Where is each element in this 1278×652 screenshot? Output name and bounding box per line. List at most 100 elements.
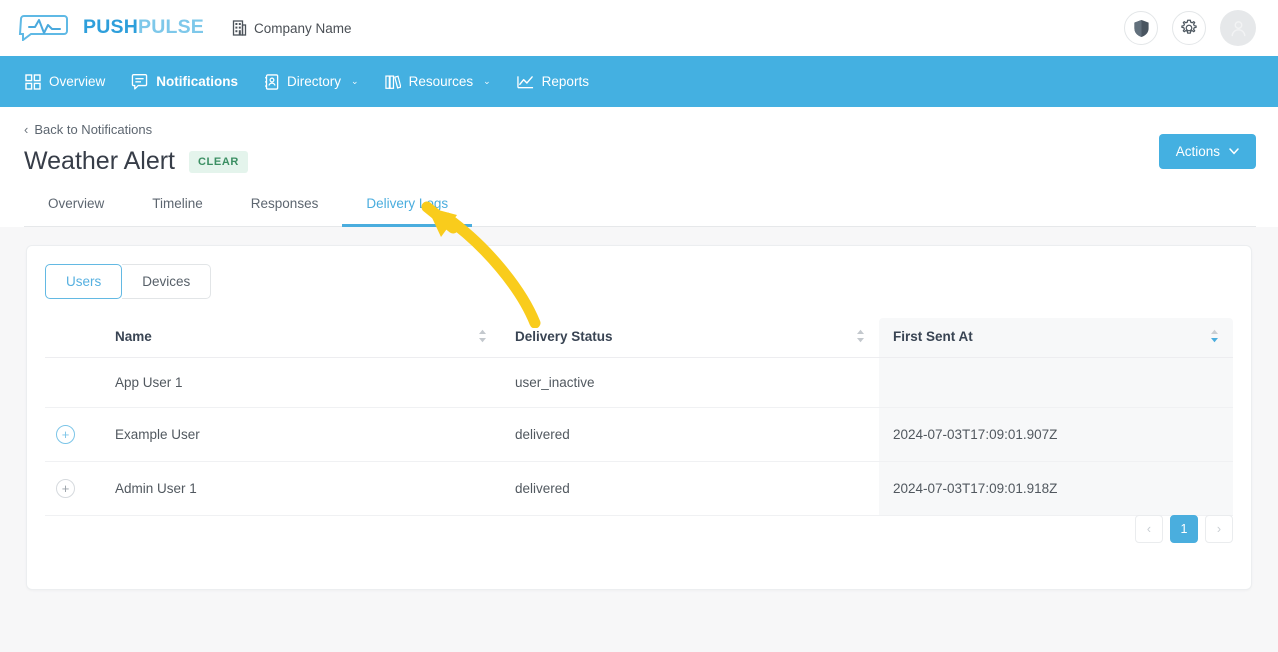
- app-logo[interactable]: PUSHPULSE: [18, 15, 204, 41]
- th-expand: [45, 317, 101, 358]
- pulse-bubble-icon: [18, 15, 68, 41]
- toggle-devices[interactable]: Devices: [122, 263, 212, 299]
- actions-button-label: Actions: [1175, 144, 1220, 159]
- row-status-label: user_inactive: [515, 374, 595, 390]
- nav-label-resources: Resources: [408, 74, 474, 89]
- delivery-logs-card: Users Devices Name Delivery Status First…: [26, 244, 1252, 590]
- nav-item-directory[interactable]: Directory ⌄: [251, 56, 372, 107]
- nav-item-reports[interactable]: Reports: [504, 56, 602, 107]
- nav-label-directory: Directory: [287, 74, 342, 89]
- th-delivery-status[interactable]: Delivery Status: [501, 317, 879, 358]
- table-row[interactable]: + Admin User 1 delivered 2024-07-03T17:0…: [45, 461, 1233, 516]
- tab-timeline[interactable]: Timeline: [128, 196, 227, 227]
- logo-wordmark: PUSHPULSE: [83, 18, 204, 38]
- th-name[interactable]: Name: [101, 317, 501, 358]
- audience-toggle: Users Devices: [45, 263, 212, 299]
- cell-name: Admin User 1: [101, 461, 501, 516]
- grid-icon: [25, 73, 41, 90]
- back-to-notifications-link[interactable]: ‹ Back to Notifications: [24, 122, 152, 137]
- pagination-page-1[interactable]: 1: [1170, 514, 1198, 543]
- sort-icon-active[interactable]: [1210, 329, 1219, 343]
- tab-responses[interactable]: Responses: [227, 196, 343, 227]
- pagination-prev-button[interactable]: ‹: [1135, 514, 1163, 543]
- row-first-sent-label: [879, 375, 893, 390]
- line-chart-icon: [516, 75, 533, 88]
- toggle-users[interactable]: Users: [45, 263, 123, 299]
- settings-button[interactable]: [1172, 11, 1206, 45]
- nav-label-notifications: Notifications: [156, 74, 239, 89]
- avatar[interactable]: [1220, 10, 1256, 46]
- tab-label: Delivery Logs: [366, 195, 449, 211]
- row-status-label: delivered: [515, 426, 570, 442]
- th-status-label: Delivery Status: [515, 328, 613, 344]
- company-selector[interactable]: Company Name: [232, 20, 352, 36]
- books-icon: [384, 74, 401, 89]
- expand-row-button[interactable]: +: [56, 478, 75, 498]
- chevron-down-icon: ⌄: [351, 76, 359, 86]
- table-header-row: Name Delivery Status First Sent At: [45, 317, 1233, 358]
- table-row[interactable]: App User 1 user_inactive: [45, 357, 1233, 408]
- tab-label: Responses: [250, 195, 319, 211]
- detail-tabs: Overview Timeline Responses Delivery Log…: [24, 195, 1256, 227]
- security-button[interactable]: [1124, 11, 1158, 45]
- table-row[interactable]: + Example User delivered 2024-07-03T17:0…: [45, 407, 1233, 462]
- back-link-label: Back to Notifications: [34, 122, 153, 137]
- nav-label-overview: Overview: [49, 74, 106, 89]
- tab-label: Overview: [48, 195, 105, 211]
- tab-label: Timeline: [152, 195, 203, 211]
- cell-expand: [45, 357, 101, 408]
- page-header: ‹ Back to Notifications Weather Alert CL…: [0, 107, 1278, 227]
- cell-status: user_inactive: [501, 357, 879, 408]
- table-header: Name Delivery Status First Sent At: [45, 317, 1233, 358]
- pagination-next-button[interactable]: ›: [1205, 514, 1233, 543]
- expand-row-button[interactable]: +: [56, 424, 75, 444]
- cell-name: App User 1: [101, 357, 501, 408]
- logo-word-push: PUSH: [83, 16, 138, 39]
- cell-status: delivered: [501, 407, 879, 462]
- row-name-label: App User 1: [115, 374, 183, 390]
- row-name-label: Admin User 1: [115, 480, 197, 496]
- chevron-down-icon: [1229, 148, 1239, 155]
- cell-first-sent-at: [879, 357, 1233, 408]
- top-bar: PUSHPULSE Company Name: [0, 0, 1278, 56]
- nav-item-notifications[interactable]: Notifications: [118, 56, 251, 107]
- table-body: App User 1 user_inactive + Example User …: [45, 357, 1233, 516]
- cell-first-sent-at: 2024-07-03T17:09:01.918Z: [879, 461, 1233, 516]
- content-area: Users Devices Name Delivery Status First…: [0, 227, 1278, 590]
- speech-bubble-icon: [132, 73, 148, 90]
- contact-card-icon: [265, 73, 279, 90]
- cell-expand: +: [45, 407, 101, 462]
- title-row: Weather Alert CLEAR: [24, 147, 1256, 176]
- row-first-sent-label: 2024-07-03T17:09:01.918Z: [893, 480, 1058, 496]
- nav-label-reports: Reports: [541, 74, 589, 89]
- cell-name: Example User: [101, 407, 501, 462]
- pagination: ‹ 1 ›: [1135, 514, 1233, 543]
- th-first-sent-label: First Sent At: [893, 328, 973, 344]
- nav-item-resources[interactable]: Resources ⌄: [372, 56, 504, 107]
- th-name-label: Name: [115, 328, 152, 344]
- shield-icon: [1133, 19, 1149, 37]
- cell-first-sent-at: 2024-07-03T17:09:01.907Z: [879, 407, 1233, 462]
- row-status-label: delivered: [515, 480, 570, 496]
- company-name-label: Company Name: [254, 20, 352, 36]
- logo-word-pulse: PULSE: [137, 16, 204, 39]
- building-icon: [232, 20, 247, 36]
- main-navigation: Overview Notifications Directory ⌄ Resou…: [0, 56, 1278, 107]
- row-name-label: Example User: [115, 426, 200, 442]
- tab-delivery-logs[interactable]: Delivery Logs: [342, 195, 473, 227]
- page-title: Weather Alert: [24, 147, 176, 175]
- th-first-sent-at[interactable]: First Sent At: [879, 317, 1233, 358]
- cell-status: delivered: [501, 461, 879, 516]
- row-first-sent-label: 2024-07-03T17:09:01.907Z: [893, 426, 1058, 442]
- status-badge: CLEAR: [189, 150, 248, 173]
- delivery-logs-table: Name Delivery Status First Sent At App U…: [45, 317, 1233, 516]
- nav-item-overview[interactable]: Overview: [12, 56, 118, 107]
- cell-expand: +: [45, 461, 101, 516]
- sort-icon[interactable]: [856, 329, 865, 343]
- chevron-left-icon: ‹: [24, 122, 29, 137]
- tab-overview[interactable]: Overview: [24, 196, 128, 227]
- actions-button[interactable]: Actions: [1158, 134, 1256, 169]
- chevron-down-icon: ⌄: [483, 76, 491, 86]
- topbar-actions: [1124, 10, 1256, 46]
- sort-icon[interactable]: [478, 329, 487, 343]
